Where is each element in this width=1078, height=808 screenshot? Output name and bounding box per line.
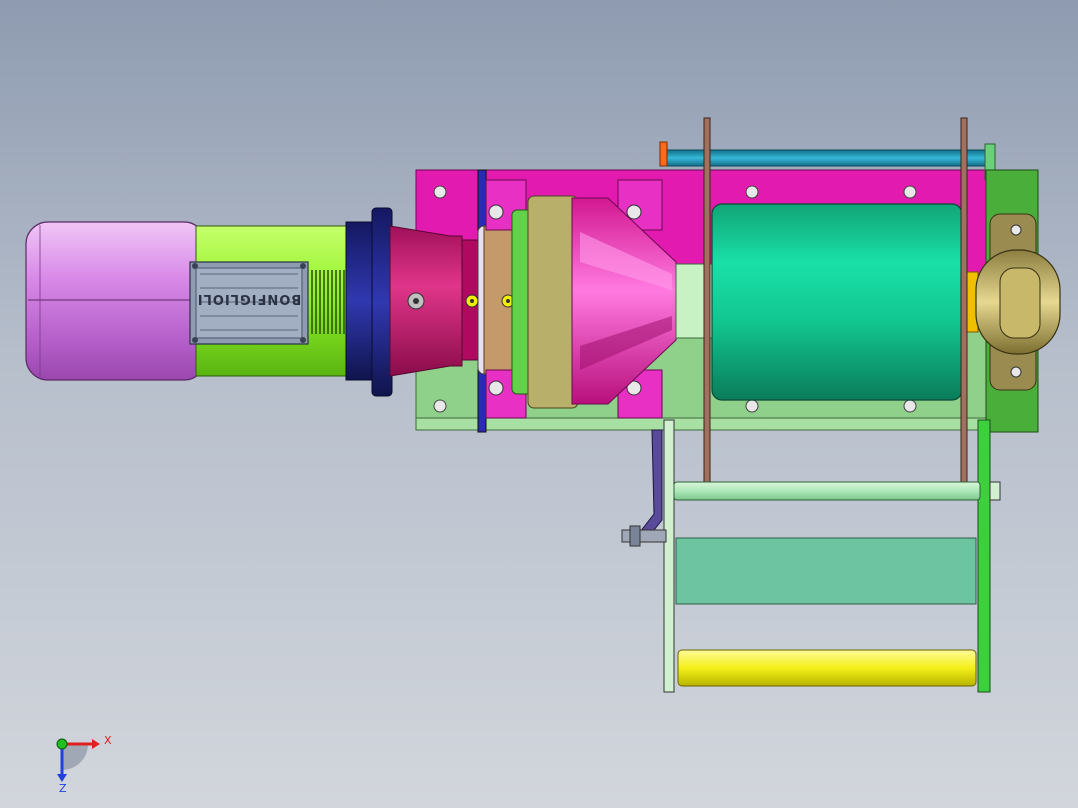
pillow-block-bearing[interactable] — [975, 169, 1061, 433]
yellow-roller[interactable] — [677, 649, 977, 687]
coordinate-triad[interactable]: X Z — [56, 734, 112, 795]
x-axis-label: X — [104, 734, 112, 747]
cad-model-scene[interactable]: BONFIGLIOLI X Z — [0, 0, 1078, 808]
y-axis-dot — [56, 738, 68, 750]
guide-plate[interactable] — [675, 537, 977, 605]
motor-terminal-box[interactable]: BONFIGLIOLI — [189, 261, 309, 345]
motor[interactable]: BONFIGLIOLI — [25, 221, 353, 381]
motor-flange[interactable] — [345, 207, 393, 397]
motor-housing[interactable] — [25, 221, 207, 381]
z-axis-label: Z — [59, 782, 67, 795]
cad-viewport[interactable]: BONFIGLIOLI X Z — [0, 0, 1078, 808]
cable-drum[interactable] — [711, 203, 979, 401]
tensioner-bolt[interactable] — [621, 429, 667, 547]
motor-nameplate: BONFIGLIOLI — [197, 291, 302, 306]
